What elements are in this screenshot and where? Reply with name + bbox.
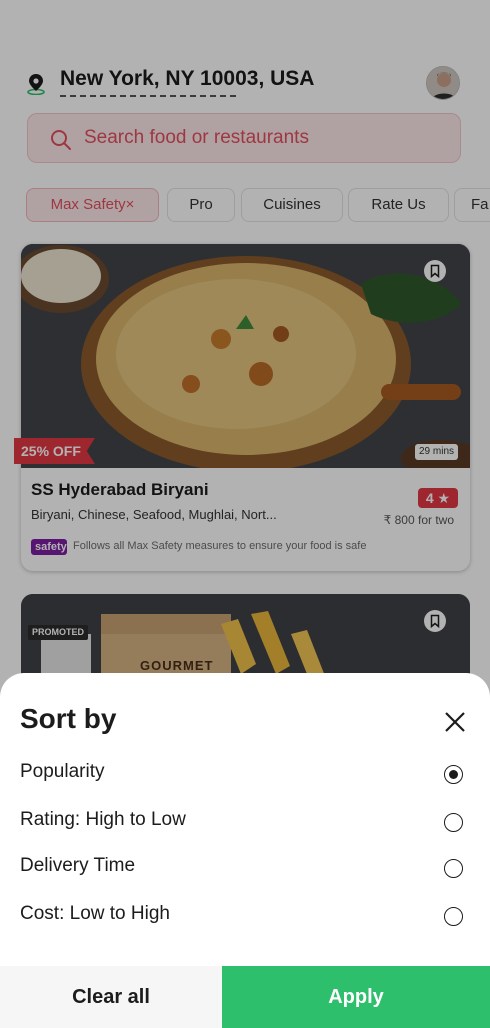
apply-button[interactable]: Apply xyxy=(222,966,490,1028)
sort-option-cost[interactable]: Cost: Low to High xyxy=(0,893,490,937)
radio-button[interactable] xyxy=(444,765,463,784)
close-icon xyxy=(445,712,465,732)
option-label: Popularity xyxy=(20,761,105,782)
clear-all-button[interactable]: Clear all xyxy=(0,966,222,1028)
option-label: Delivery Time xyxy=(20,855,136,876)
sort-option-delivery-time[interactable]: Delivery Time xyxy=(0,845,490,889)
radio-button[interactable] xyxy=(444,813,463,832)
sort-option-popularity[interactable]: Popularity xyxy=(0,751,490,795)
close-button[interactable] xyxy=(440,707,470,737)
option-label: Rating: High to Low xyxy=(20,809,186,830)
sort-option-rating[interactable]: Rating: High to Low xyxy=(0,799,490,843)
radio-button[interactable] xyxy=(444,907,463,926)
sheet-title: Sort by xyxy=(20,703,117,734)
option-label: Cost: Low to High xyxy=(20,903,170,924)
radio-button[interactable] xyxy=(444,859,463,878)
sort-bottom-sheet: Sort by Popularity Rating: High to Low D… xyxy=(0,673,490,1028)
